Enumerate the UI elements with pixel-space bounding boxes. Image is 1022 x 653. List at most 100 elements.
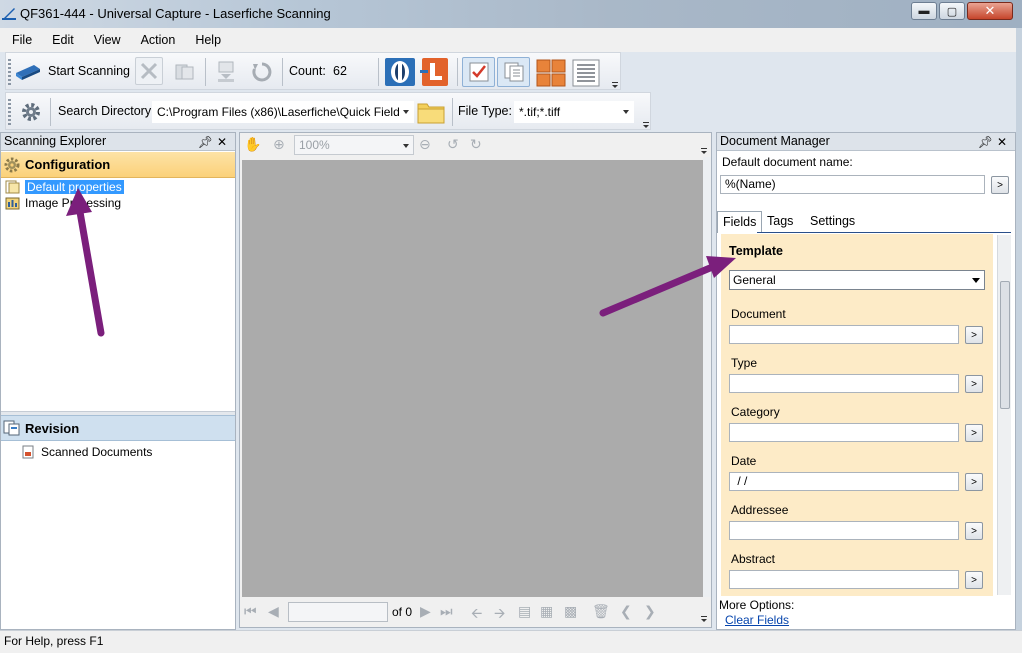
view-grid-button[interactable] [536,59,566,87]
feeder-button[interactable] [214,60,238,84]
field-input-document[interactable] [729,325,959,344]
image-canvas[interactable] [242,160,704,597]
move-left-icon[interactable]: 🡨 [471,603,482,627]
next-page-button[interactable] [173,62,197,82]
configuration-section[interactable]: Configuration [1,152,235,178]
zoom-out-icon[interactable]: ⊖ [419,136,431,153]
delete-icon[interactable]: 🗑︎ [592,603,610,620]
search-directory-select[interactable]: C:\Program Files (x86)\Laserfiche\Quick … [152,101,414,123]
view-thumbnails-button[interactable] [497,57,530,87]
field-input-category[interactable] [729,423,959,442]
close-icon[interactable]: ✕ [997,135,1011,149]
menu-view[interactable]: View [86,33,129,47]
toolbar-grip[interactable] [8,99,11,125]
tab-label: Fields [723,215,757,229]
menu-help[interactable]: Help [187,33,229,47]
zoom-select[interactable]: 100% [294,135,414,155]
close-icon[interactable]: ✕ [217,135,231,149]
pan-hand-icon[interactable]: ✋ [244,136,261,153]
tab-settings[interactable]: Settings [805,211,860,233]
minimize-button[interactable]: ▬ [911,2,937,20]
close-button[interactable]: ✕ [967,2,1013,20]
move-forward-icon[interactable]: ❯ [644,603,656,620]
clear-fields-link[interactable]: Clear Fields [725,613,789,627]
default-name-token-button[interactable]: > [991,176,1009,194]
template-select[interactable]: General [729,270,985,290]
tab-tags[interactable]: Tags [762,211,798,233]
rotate-left-icon[interactable]: ↺ [447,136,459,153]
folder-icon [417,103,445,124]
default-name-input[interactable]: %(Name) [720,175,985,194]
fields-area: Template General Document > Type > Categ… [721,234,993,596]
ocr-button[interactable] [385,58,415,86]
field-token-button[interactable]: > [965,326,983,344]
laserfiche-button[interactable] [420,58,450,86]
stop-button[interactable] [135,57,163,85]
menu-action[interactable]: Action [133,33,184,47]
move-back-icon[interactable]: ❮ [620,603,632,620]
grid-view-icon [536,59,566,87]
reset-button[interactable] [250,60,274,84]
toolbar-separator [205,58,206,86]
toolbar-overflow-icon[interactable] [700,615,708,623]
field-token-button[interactable]: > [965,522,983,540]
count-value: 62 [333,64,347,78]
move-right-icon[interactable]: 🡪 [494,603,505,627]
toolbar-overflow-icon[interactable] [611,81,619,89]
first-page-icon[interactable]: ⏮ [244,603,257,620]
page-navigation-bar: ⏮ ◀ of 0 ▶ ⏭ 🡨 🡪 ▤ ▦ ▩ 🗑︎ ❮ ❯ [240,597,711,627]
document-manager-header: Document Manager 📌︎✕ [717,133,1015,151]
panel-title: Document Manager [720,134,830,148]
pin-icon[interactable]: 📌︎ [198,135,217,149]
last-page-icon[interactable]: ⏭ [440,603,453,620]
viewer-scrollbar[interactable] [703,157,711,599]
page-number-input[interactable] [288,602,388,622]
scrollbar-thumb[interactable] [1000,281,1010,409]
field-input-date[interactable]: / / [729,472,959,491]
zoom-in-icon[interactable]: ⊕ [273,136,285,153]
field-token-button[interactable]: > [965,571,983,589]
status-bar: For Help, press F1 [0,630,1022,653]
field-input-addressee[interactable] [729,521,959,540]
next-page-icon[interactable]: ▶ [420,603,431,620]
rotate-right-icon[interactable]: ↻ [470,136,482,153]
start-scanning-button[interactable]: Start Scanning [14,61,130,81]
previous-page-icon[interactable]: ◀ [268,603,279,620]
laserfiche-logo-icon [2,8,16,20]
file-type-select[interactable]: *.tif;*.tiff [514,101,634,123]
chevron-right-icon: > [971,329,977,341]
insert-page-icon[interactable]: ▤ [518,603,531,620]
settings-button[interactable] [20,101,42,123]
field-input-abstract[interactable] [729,570,959,589]
field-token-button[interactable]: > [965,375,983,393]
field-token-button[interactable]: > [965,424,983,442]
toolbar-overflow-icon[interactable] [642,121,650,129]
maximize-icon: ▢ [946,5,958,18]
view-list-button[interactable] [572,59,600,87]
maximize-button[interactable]: ▢ [939,2,965,20]
revision-section[interactable]: Revision [1,415,235,441]
fields-scrollbar[interactable] [997,235,1011,595]
search-directory-label: Search Directory: [58,104,155,118]
tree-item-image-processing[interactable]: Image Processing [5,196,121,210]
toolbar-separator [457,58,458,86]
menu-edit[interactable]: Edit [44,33,82,47]
view-checklist-button[interactable] [462,57,495,87]
toolbar-overflow-icon[interactable] [700,147,708,155]
field-input-type[interactable] [729,374,959,393]
menu-file[interactable]: File [4,33,40,47]
file-type-value: *.tif;*.tiff [519,105,561,119]
more-options-label: More Options: [719,598,795,612]
toolbar-grip[interactable] [8,59,11,85]
scanning-explorer-header: Scanning Explorer 📌︎✕ [1,133,235,151]
merge-page-icon[interactable]: ▩ [564,603,577,620]
browse-folder-button[interactable] [417,99,445,125]
tree-item-scanned-documents[interactable]: Scanned Documents [21,445,152,459]
file-type-label: File Type: [458,104,512,118]
field-token-button[interactable]: > [965,473,983,491]
pin-icon[interactable]: 📌︎ [978,135,997,149]
tab-fields[interactable]: Fields [717,211,763,233]
tree-item-default-properties[interactable]: Default properties [5,180,124,194]
split-page-icon[interactable]: ▦ [540,603,553,620]
field-label-type: Type [731,356,758,370]
